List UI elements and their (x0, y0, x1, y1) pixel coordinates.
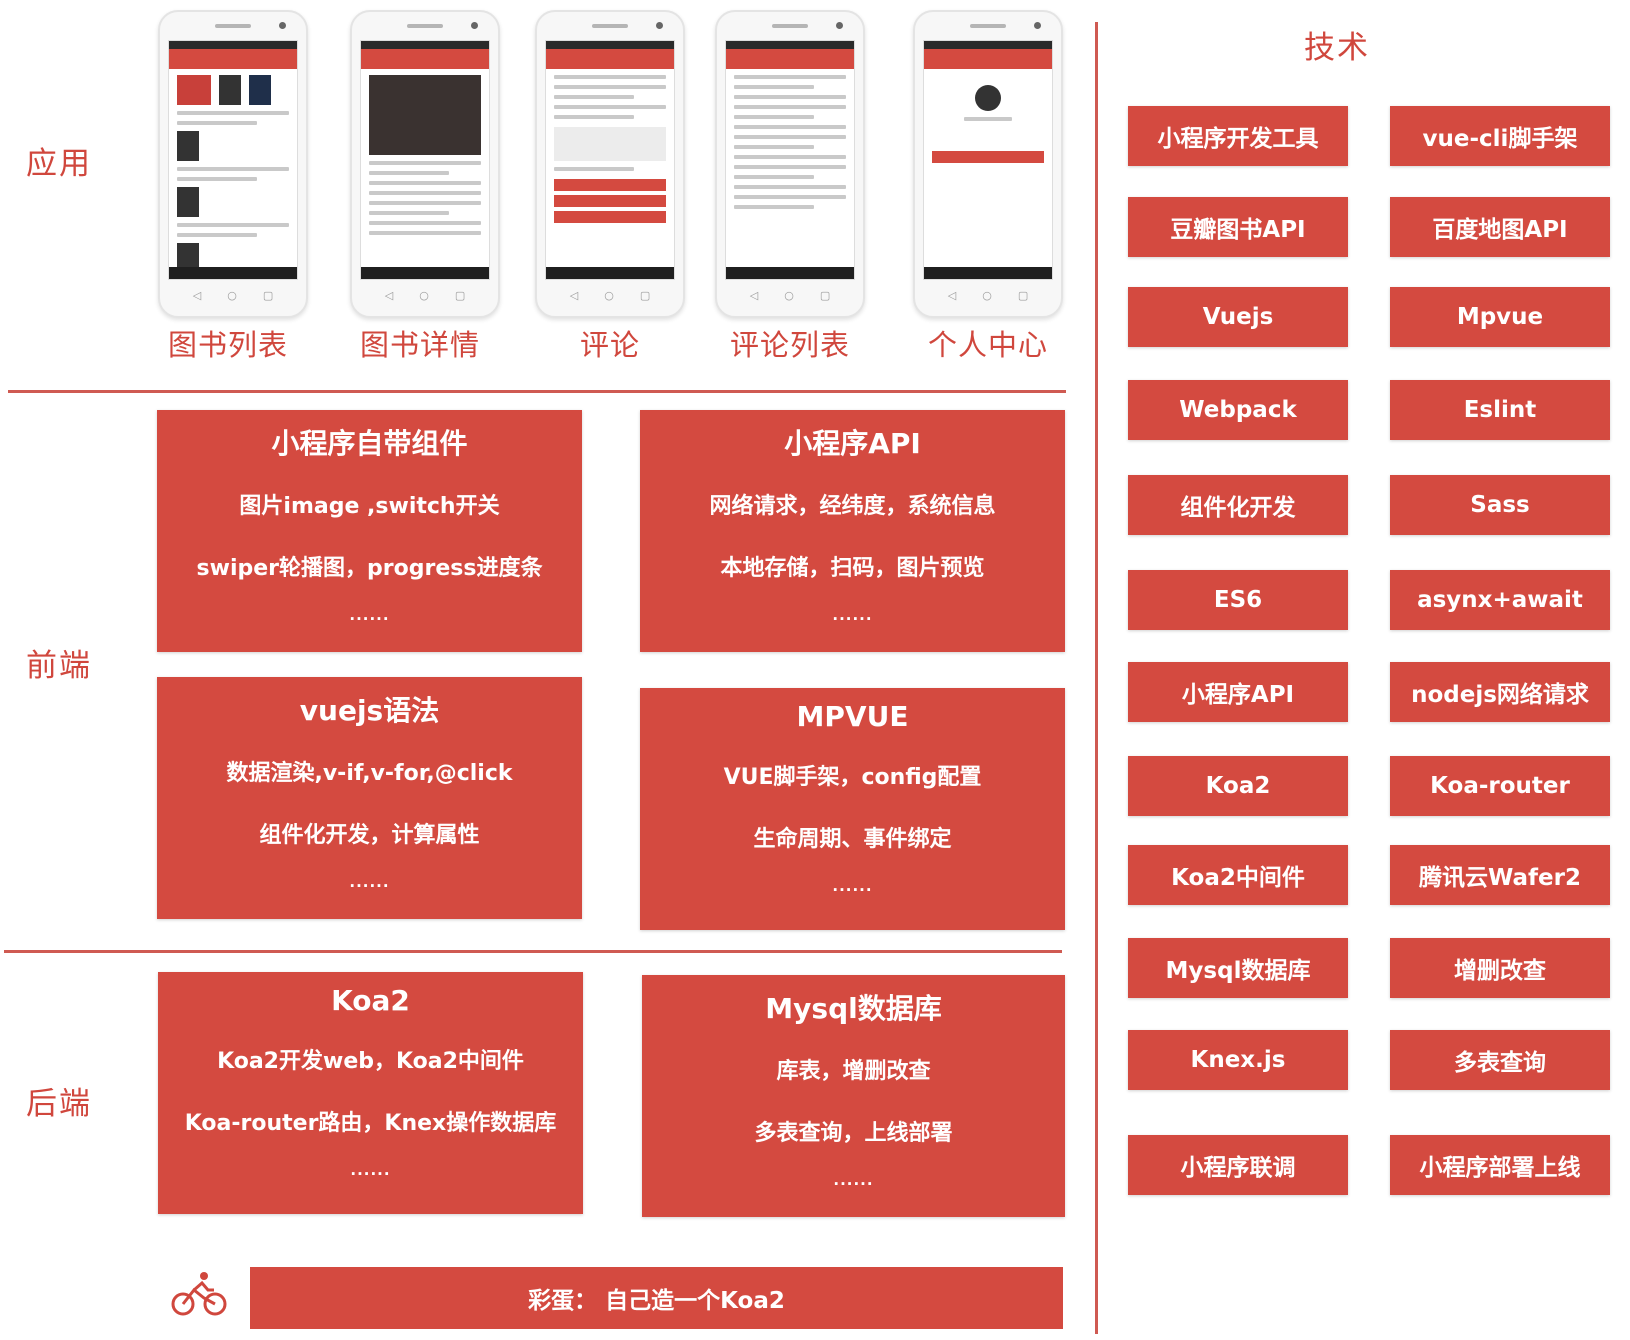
tech-item: asynx+await (1390, 570, 1610, 630)
tech-item: ES6 (1128, 570, 1348, 630)
card-title: 小程序自带组件 (271, 427, 468, 460)
card-more: ...... (832, 606, 873, 624)
phone-softkeys: ◁○▢ (569, 289, 677, 302)
tech-item: vue-cli脚手架 (1390, 106, 1610, 166)
phone-camera (279, 22, 286, 29)
phone-screen (923, 40, 1053, 280)
phone-screen (725, 40, 855, 280)
card-line: Koa-router路由，Knex操作数据库 (184, 1111, 557, 1136)
tech-item: nodejs网络请求 (1390, 662, 1610, 722)
section-label-tech: 技术 (1304, 30, 1370, 66)
tech-item: Mysql数据库 (1128, 938, 1348, 998)
tech-item: 多表查询 (1390, 1030, 1610, 1090)
card-more: ...... (349, 606, 390, 624)
phone-caption: 个人中心 (927, 328, 1048, 362)
card-line: 库表，增删改查 (776, 1059, 931, 1084)
phone-caption: 评论 (579, 328, 640, 362)
card-title: 小程序API (784, 427, 921, 460)
card-title: vuejs语法 (299, 694, 440, 727)
tech-item: Sass (1390, 475, 1610, 535)
easter-egg-bar: 彩蛋： 自己造一个Koa2 (250, 1267, 1063, 1329)
section-label-backend: 后端 (26, 1086, 92, 1122)
divider-frontend-backend (4, 950, 1062, 953)
divider-vertical (1095, 22, 1098, 1334)
phone-speaker (970, 24, 1006, 28)
phone-caption: 图书列表 (167, 328, 288, 362)
card-line: 生命周期、事件绑定 (753, 827, 952, 852)
phone-comment: ◁○▢ (535, 10, 685, 318)
divider-app-frontend (8, 390, 1066, 393)
card-line: 多表查询，上线部署 (754, 1121, 953, 1146)
tech-item: Webpack (1128, 380, 1348, 440)
tech-item: 腾讯云Wafer2 (1390, 845, 1610, 905)
tech-item: 增删改查 (1390, 938, 1610, 998)
phone-softkeys: ◁○▢ (749, 289, 857, 302)
section-label-app: 应用 (26, 146, 92, 182)
tech-item: 百度地图API (1390, 197, 1610, 257)
card-title: Mysql数据库 (765, 992, 942, 1025)
tech-item: Vuejs (1128, 287, 1348, 347)
phone-softkeys: ◁○▢ (947, 289, 1055, 302)
phone-speaker (592, 24, 628, 28)
tech-item: 组件化开发 (1128, 475, 1348, 535)
phone-profile: ◁○▢ (913, 10, 1063, 318)
tech-item: 豆瓣图书API (1128, 197, 1348, 257)
phone-camera (471, 22, 478, 29)
phone-caption: 图书详情 (359, 328, 480, 362)
phone-camera (656, 22, 663, 29)
card-more: ...... (349, 873, 390, 891)
card-title: Koa2 (331, 984, 410, 1017)
bicycle-icon (171, 1272, 227, 1316)
card-mini-program-api: 小程序API 网络请求，经纬度，系统信息 本地存储，扫码，图片预览 ...... (640, 410, 1065, 652)
card-title: MPVUE (796, 700, 909, 733)
card-koa2: Koa2 Koa2开发web，Koa2中间件 Koa-router路由，Knex… (158, 972, 583, 1214)
card-line: 网络请求，经纬度，系统信息 (709, 494, 996, 519)
card-more: ...... (832, 877, 873, 895)
phone-speaker (215, 24, 251, 28)
card-more: ...... (833, 1171, 874, 1189)
tech-item: 小程序API (1128, 662, 1348, 722)
card-line: 本地存储，扫码，图片预览 (720, 556, 985, 581)
phone-screen (360, 40, 490, 280)
phone-comment-list: ◁○▢ (715, 10, 865, 318)
phone-camera (836, 22, 843, 29)
tech-item: Koa2 (1128, 756, 1348, 816)
tech-item: Eslint (1390, 380, 1610, 440)
tech-item: 小程序联调 (1128, 1135, 1348, 1195)
card-line: 组件化开发，计算属性 (259, 823, 480, 848)
card-line: 数据渲染,v-if,v-for,@click (226, 761, 513, 786)
phone-softkeys: ◁○▢ (192, 289, 300, 302)
card-mysql: Mysql数据库 库表，增删改查 多表查询，上线部署 ...... (642, 975, 1065, 1217)
phone-screen (168, 40, 298, 280)
section-label-frontend: 前端 (26, 648, 92, 684)
phone-speaker (772, 24, 808, 28)
card-vuejs-syntax: vuejs语法 数据渲染,v-if,v-for,@click 组件化开发，计算属… (157, 677, 582, 919)
card-mini-program-components: 小程序自带组件 图片image ,switch开关 swiper轮播图，prog… (157, 410, 582, 652)
phone-softkeys: ◁○▢ (384, 289, 492, 302)
card-line: swiper轮播图，progress进度条 (196, 556, 543, 581)
tech-item: Knex.js (1128, 1030, 1348, 1090)
tech-item: 小程序部署上线 (1390, 1135, 1610, 1195)
card-line: 图片image ,switch开关 (239, 494, 500, 519)
card-line: VUE脚手架，config配置 (723, 765, 982, 790)
tech-item: Koa2中间件 (1128, 845, 1348, 905)
phone-camera (1034, 22, 1041, 29)
tech-item: Mpvue (1390, 287, 1610, 347)
phone-caption: 评论列表 (729, 328, 850, 362)
phone-book-detail: ◁○▢ (350, 10, 500, 318)
phone-screen (545, 40, 675, 280)
tech-item: 小程序开发工具 (1128, 106, 1348, 166)
phone-book-list: ◁○▢ (158, 10, 308, 318)
card-mpvue: MPVUE VUE脚手架，config配置 生命周期、事件绑定 ...... (640, 688, 1065, 930)
phone-speaker (407, 24, 443, 28)
card-line: Koa2开发web，Koa2中间件 (217, 1049, 524, 1074)
tech-item: Koa-router (1390, 756, 1610, 816)
card-more: ...... (350, 1161, 391, 1179)
